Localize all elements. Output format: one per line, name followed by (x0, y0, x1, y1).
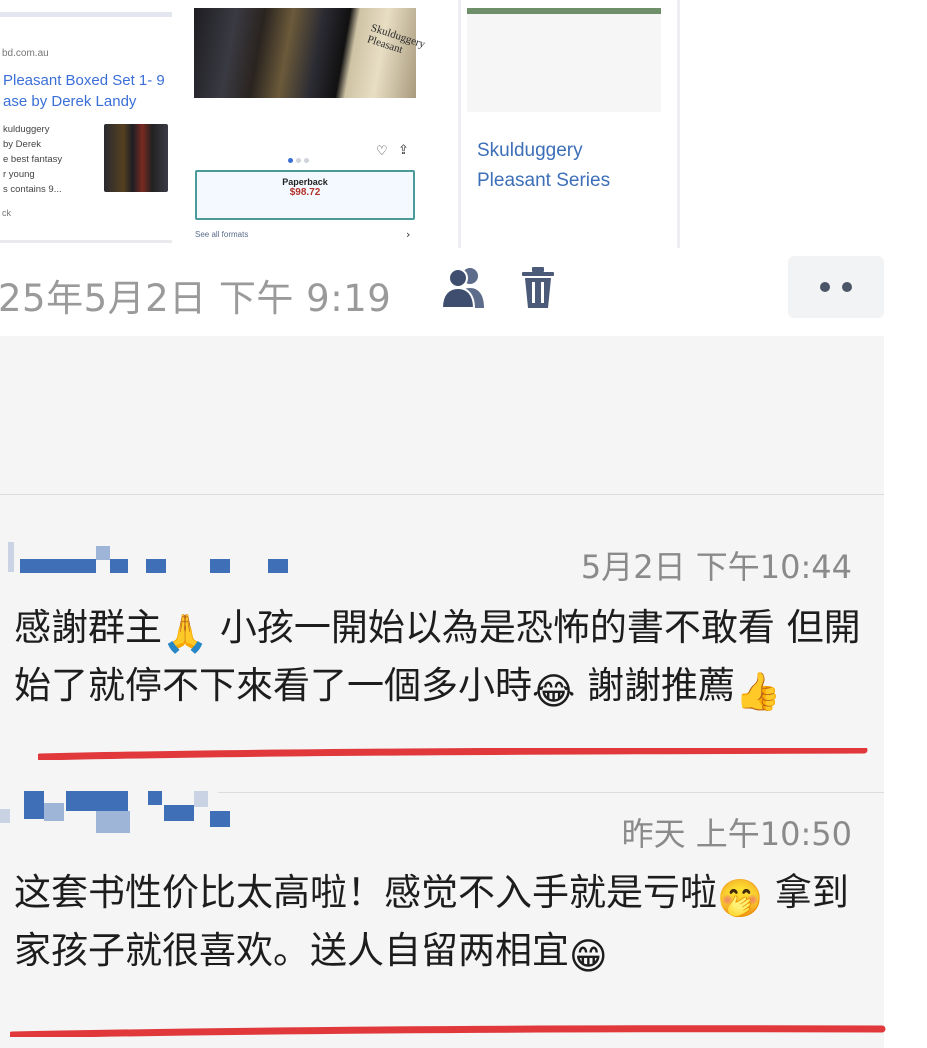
chevron-right-icon[interactable]: › (406, 228, 410, 241)
comment-divider (218, 792, 884, 793)
post-timestamp: 25年5月2日 下午 9:19 (0, 277, 392, 320)
grinning-emoji: 😁 (569, 935, 608, 978)
hand-over-mouth-emoji: 🤭 (717, 877, 764, 920)
thumbs-up-emoji: 👍 (735, 670, 782, 713)
card-more-link[interactable]: ck (2, 208, 11, 218)
book-box-set-image (194, 8, 416, 98)
shared-content-strip: bd.com.au Pleasant Boxed Set 1- 9 ase by… (0, 0, 927, 248)
more-options-button[interactable] (788, 256, 884, 318)
group-icon[interactable] (440, 264, 488, 310)
comment-text-part: 这套书性价比太高啦！感觉不入手就是亏啦 (14, 871, 717, 914)
commenter-name-blurred (0, 791, 300, 833)
book-set-thumbnail (104, 124, 168, 192)
more-dot (842, 282, 852, 292)
format-label: Paperback (282, 177, 328, 187)
comment-text-part: 謝謝推薦 (575, 664, 735, 707)
comment-text: 这套书性价比太高啦！感觉不入手就是亏啦🤭 拿到家孩子就很喜欢。送人自留两相宜😁 (14, 867, 874, 983)
carousel-dot[interactable] (288, 158, 293, 163)
series-image (467, 8, 661, 112)
comment-text-part: 感謝群主 (14, 606, 162, 649)
red-underline-annotation (10, 1025, 886, 1037)
more-dot (820, 282, 830, 292)
comment-timestamp: 昨天 上午10:50 (621, 815, 852, 853)
likes-area (0, 336, 884, 495)
card-snippet: kulduggery by Derek e best fantasy r you… (3, 124, 63, 195)
laughing-crying-emoji: 😂 (532, 670, 576, 713)
comment-timestamp: 5月2日 下午10:44 (580, 548, 852, 586)
heart-icon[interactable]: ♡ (376, 144, 388, 159)
see-all-formats-link[interactable]: See all formats (195, 230, 248, 239)
comment-text: 感謝群主🙏 小孩一開始以為是恐怖的書不敢看 但開始了就停不下來看了一個多小時😂 … (14, 602, 874, 718)
commenter-name-blurred (0, 526, 300, 573)
card-domain: bd.com.au (2, 48, 49, 59)
card-title-link[interactable]: Pleasant Boxed Set 1- 9 ase by Derek Lan… (3, 70, 175, 112)
shared-card-series[interactable]: Skulduggery Pleasant Series (458, 0, 680, 248)
folded-hands-emoji: 🙏 (162, 612, 209, 655)
format-option-paperback[interactable]: Paperback $98.72 (195, 170, 415, 220)
card-top-bar (0, 12, 172, 17)
shared-card-product[interactable]: Skulduggery Pleasant ♡ ⇪ Paperback $98.7… (192, 0, 427, 244)
series-title-link[interactable]: Skulduggery Pleasant Series (477, 136, 610, 196)
share-icon[interactable]: ⇪ (398, 143, 409, 158)
carousel-dot[interactable] (304, 158, 309, 163)
carousel-dots[interactable] (288, 148, 328, 163)
post-info-row: 25年5月2日 下午 9:19 (0, 256, 927, 320)
format-price: $98.72 (289, 187, 321, 198)
carousel-dot[interactable] (296, 158, 301, 163)
red-underline-annotation (38, 748, 868, 760)
comments-panel: 5月2日 下午10:44 感謝群主🙏 小孩一開始以為是恐怖的書不敢看 但開始了就… (0, 336, 886, 1048)
trash-icon[interactable] (518, 266, 558, 310)
shared-card-search-result[interactable]: bd.com.au Pleasant Boxed Set 1- 9 ase by… (0, 0, 172, 243)
